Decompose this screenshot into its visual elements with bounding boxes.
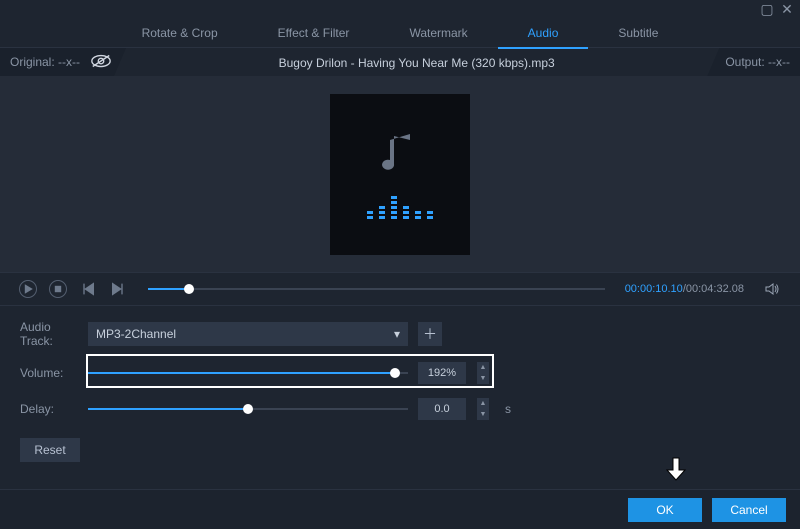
delay-stepper[interactable]: ▲▼ bbox=[477, 398, 489, 420]
preview-area bbox=[0, 76, 800, 272]
delay-slider[interactable] bbox=[88, 399, 408, 419]
music-note-icon bbox=[382, 130, 418, 179]
audio-preview-thumbnail bbox=[330, 94, 470, 255]
delay-step-up[interactable]: ▲ bbox=[477, 398, 489, 409]
tab-rotate-crop[interactable]: Rotate & Crop bbox=[142, 18, 218, 48]
delay-step-down[interactable]: ▼ bbox=[477, 409, 489, 420]
delay-slider-thumb[interactable] bbox=[243, 404, 253, 414]
original-label: Original: --x-- bbox=[10, 55, 80, 69]
preview-visibility-icon[interactable] bbox=[90, 53, 112, 72]
tab-audio[interactable]: Audio bbox=[528, 18, 559, 48]
volume-icon[interactable] bbox=[762, 279, 782, 299]
cancel-button[interactable]: Cancel bbox=[712, 498, 786, 522]
tab-subtitle[interactable]: Subtitle bbox=[618, 18, 658, 48]
stop-button[interactable] bbox=[48, 279, 68, 299]
equalizer-icon bbox=[367, 195, 433, 219]
volume-value[interactable]: 192% bbox=[418, 362, 466, 384]
volume-slider[interactable] bbox=[88, 363, 408, 383]
volume-slider-thumb[interactable] bbox=[390, 368, 400, 378]
close-button[interactable]: ✕ bbox=[780, 2, 794, 16]
prev-track-button[interactable] bbox=[78, 279, 98, 299]
delay-label: Delay: bbox=[20, 402, 78, 416]
volume-step-down[interactable]: ▼ bbox=[477, 373, 489, 384]
next-track-button[interactable] bbox=[108, 279, 128, 299]
ok-button[interactable]: OK bbox=[628, 498, 702, 522]
output-label: Output: --x-- bbox=[725, 55, 790, 69]
maximize-button[interactable]: ▢ bbox=[760, 2, 774, 16]
add-audio-track-button[interactable]: ＋ bbox=[418, 322, 442, 346]
delay-value[interactable]: 0.0 bbox=[418, 398, 466, 420]
volume-step-up[interactable]: ▲ bbox=[477, 362, 489, 373]
editor-tabs: Rotate & Crop Effect & Filter Watermark … bbox=[0, 18, 800, 48]
delay-unit: s bbox=[505, 402, 511, 416]
play-button[interactable] bbox=[18, 279, 38, 299]
tab-watermark[interactable]: Watermark bbox=[409, 18, 467, 48]
seek-bar[interactable] bbox=[148, 288, 605, 290]
audio-track-label: Audio Track: bbox=[20, 320, 78, 348]
timecode: 00:00:10.10/00:04:32.08 bbox=[625, 283, 744, 295]
reset-button[interactable]: Reset bbox=[20, 438, 80, 462]
current-filename: Bugoy Drilon - Having You Near Me (320 k… bbox=[126, 54, 707, 70]
volume-label: Volume: bbox=[20, 366, 78, 380]
chevron-down-icon: ▾ bbox=[394, 327, 400, 341]
audio-track-select[interactable]: MP3-2Channel ▾ bbox=[88, 322, 408, 346]
tab-effect-filter[interactable]: Effect & Filter bbox=[278, 18, 350, 48]
seek-thumb[interactable] bbox=[184, 284, 194, 294]
annotation-arrow-icon bbox=[665, 456, 687, 485]
volume-stepper[interactable]: ▲▼ bbox=[477, 362, 489, 384]
